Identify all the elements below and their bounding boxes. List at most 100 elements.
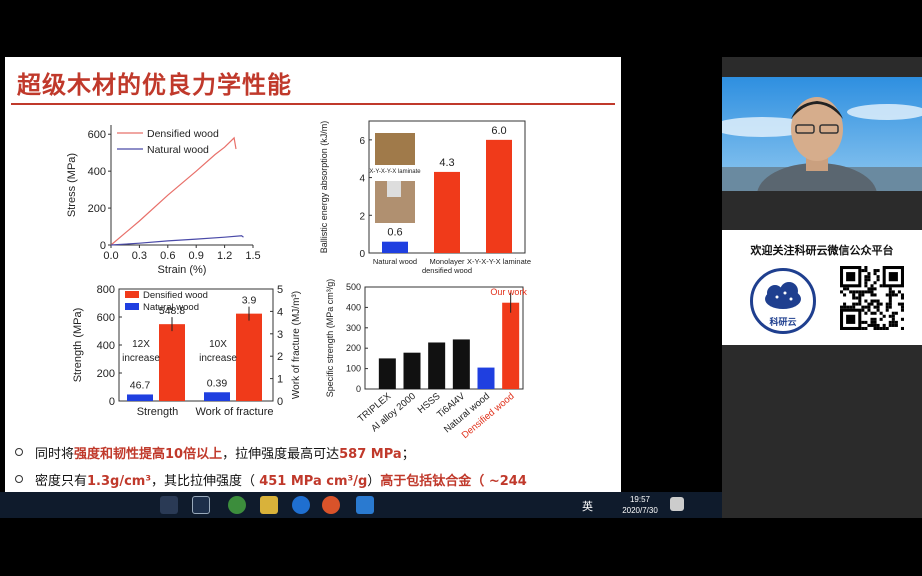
qr-module (891, 323, 895, 327)
qr-module (876, 278, 880, 282)
notification-icon[interactable] (670, 497, 684, 511)
ime-indicator[interactable]: 英 (582, 498, 593, 514)
qr-module (864, 299, 868, 303)
qr-module (852, 293, 856, 297)
file-explorer-icon[interactable] (260, 496, 278, 514)
qr-module (879, 302, 883, 306)
powerpoint-icon[interactable] (322, 496, 340, 514)
slide-title: 超级木材的优良力学性能 (17, 71, 292, 99)
fan-app-icon[interactable] (192, 496, 210, 514)
qr-module (882, 326, 886, 330)
qr-module (864, 290, 868, 294)
qr-module (867, 302, 871, 306)
ballistic-energy-chart: 0 2 4 6 Ballistic energy absorption (kJ/m) 0.… (313, 113, 533, 283)
bullet-text-segment: 强度和韧性提高10倍以上 (74, 447, 223, 462)
qr-module (888, 299, 892, 303)
qr-module (891, 314, 895, 318)
lab-logo: 科研云 (750, 268, 816, 334)
bar (502, 302, 520, 389)
qr-module (900, 302, 904, 306)
bar (403, 352, 421, 389)
qr-module (876, 326, 880, 330)
qr-module (867, 323, 871, 327)
bar (378, 358, 396, 389)
legend-label: Natural wood (143, 302, 199, 313)
x-axis-label: Strain (%) (158, 264, 207, 276)
qr-module (876, 275, 880, 279)
qr-module (897, 290, 901, 294)
qr-module (867, 287, 871, 291)
qr-module (894, 311, 898, 315)
x-tick-label: 1.2 (217, 250, 232, 262)
promo-text: 欢迎关注科研云微信公众平台 (750, 244, 894, 257)
legend-swatch (125, 291, 139, 298)
series-line-1 (110, 235, 244, 246)
qr-module (885, 305, 889, 309)
qr-module (861, 320, 865, 324)
increase-annotation: 10X (209, 339, 227, 350)
y-tick-label: 200 (97, 368, 115, 380)
qr-module (852, 305, 856, 309)
qr-module (858, 302, 862, 306)
legend-swatch (125, 303, 139, 310)
qr-finder (846, 272, 856, 282)
qr-module (891, 290, 895, 294)
y2-tick-label: 0 (277, 396, 283, 408)
qr-module (867, 278, 871, 282)
task-view-icon[interactable] (160, 496, 178, 514)
qr-module (870, 290, 874, 294)
value-label: 0.39 (207, 377, 228, 389)
qr-module (867, 275, 871, 279)
y-tick-label: 500 (346, 282, 361, 292)
x-tick-label: 1.5 (245, 250, 260, 262)
bullet-point-1: 同时将强度和韧性提高10倍以上，拉伸强度最高可达587 MPa； (35, 443, 415, 462)
qr-module (867, 272, 871, 276)
browser-icon[interactable] (228, 496, 246, 514)
x-tick-label: 0.3 (132, 250, 147, 262)
category-label: densified wood (422, 266, 472, 275)
qr-module (888, 296, 892, 300)
qr-module (870, 293, 874, 297)
qr-module (855, 302, 859, 306)
y-axis-label: Ballistic energy absorption (kJ/m) (319, 121, 329, 254)
y-tick-label: 6 (359, 136, 365, 147)
y-tick-label: 800 (97, 284, 115, 296)
qr-module (876, 269, 880, 273)
qr-module (861, 269, 865, 273)
qr-module (861, 308, 865, 312)
category-label: X-Y-X-Y-X laminate (467, 257, 531, 266)
qr-module (864, 269, 868, 273)
y2-tick-label: 2 (277, 351, 283, 363)
taskbar-clock[interactable]: 19:57 2020/7/30 (612, 494, 668, 516)
qr-module (843, 287, 847, 291)
bar (434, 171, 460, 253)
qr-module (888, 293, 892, 297)
bar (428, 342, 446, 389)
qr-module (891, 293, 895, 297)
qr-module (879, 311, 883, 315)
bullet-text-segment: 高于包括钛合金 (380, 474, 472, 489)
top-black-bar (0, 0, 922, 57)
qr-module (846, 287, 850, 291)
meeting-app-icon[interactable] (356, 496, 374, 514)
y-tick-label: 2 (359, 211, 365, 222)
qr-module (873, 293, 877, 297)
bullet-text-segment: 587 MPa (339, 447, 402, 462)
y-tick-label: 0 (356, 384, 361, 394)
qr-module (858, 293, 862, 297)
y-axis-label: Strength (MPa) (72, 308, 84, 383)
bullet-text-segment: ，拉伸强度最高可达 (222, 447, 340, 462)
qr-module (900, 293, 904, 297)
bullet-text-segment: ） (367, 474, 381, 489)
x-tick-label: 0.6 (160, 250, 175, 262)
qr-module (879, 284, 883, 288)
annotation: Our work (490, 287, 527, 297)
qr-module (888, 290, 892, 294)
internet-explorer-icon[interactable] (292, 496, 310, 514)
value-label: 0.6 (387, 227, 402, 239)
qr-module (873, 281, 877, 285)
qr-module (861, 305, 865, 309)
qr-module (897, 302, 901, 306)
y-tick-label: 400 (97, 340, 115, 352)
value-label: 6.0 (491, 125, 506, 137)
